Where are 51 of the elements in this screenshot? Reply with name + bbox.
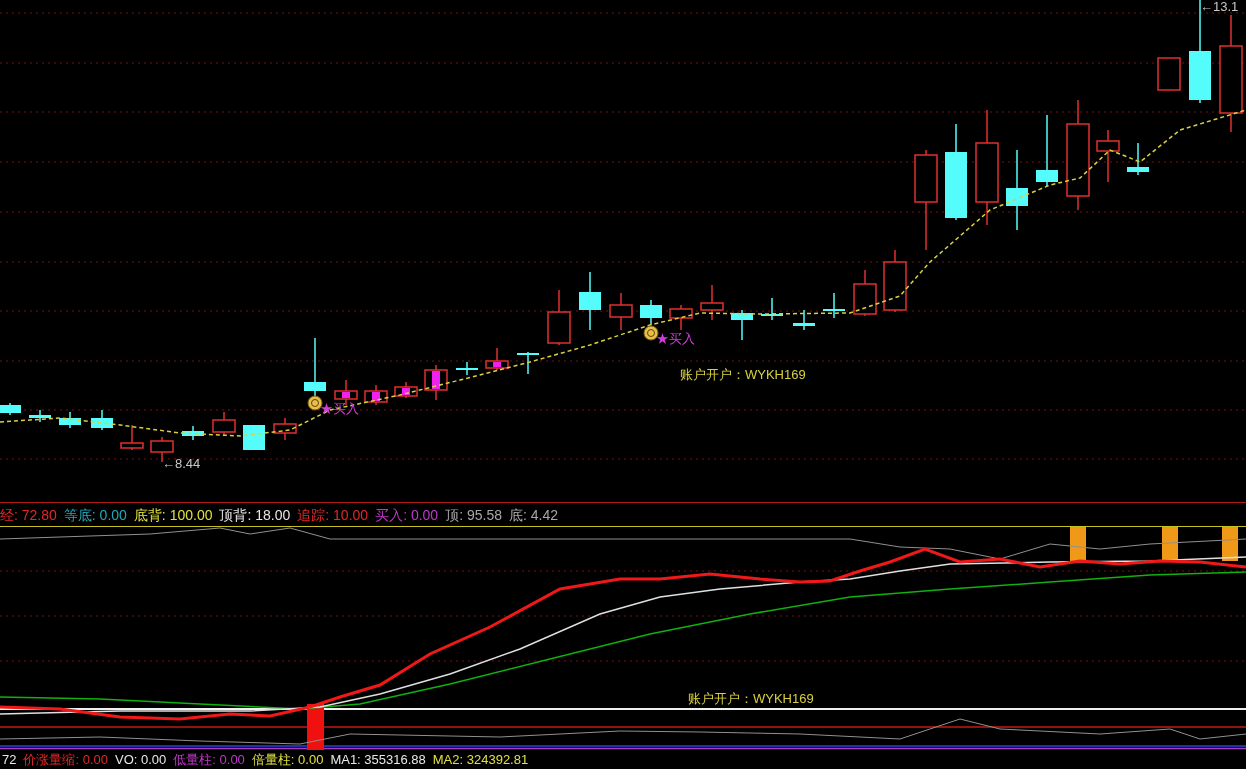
candlestick [212, 411, 236, 437]
candlestick [364, 384, 388, 406]
candlestick [424, 364, 448, 401]
indicator-reading: 顶: 95.58 [445, 507, 502, 522]
candlestick [120, 424, 144, 451]
candlestick [273, 417, 297, 441]
candlestick [579, 271, 601, 331]
candlestick [1157, 57, 1181, 91]
indicator-reading: MA1: 355316.88 [330, 752, 426, 766]
candlestick [394, 381, 418, 399]
indicator-reading: VO: 0.00 [115, 752, 167, 766]
candlestick [823, 292, 845, 319]
candlestick [1096, 129, 1120, 183]
candlestick [485, 347, 509, 371]
indicator-reading: 72 [2, 752, 17, 766]
indicator-reading: 顶背: 18.00 [219, 507, 291, 522]
indicator-reading: 买入: 0.00 [375, 507, 439, 522]
candlestick [883, 249, 907, 313]
candlestick [243, 424, 265, 451]
buy-signal-label: ★买入 [320, 402, 359, 415]
candlestick [700, 284, 724, 321]
indicator-reading: 底背: 100.00 [133, 507, 213, 522]
high-price-label: ←13.1 [1200, 0, 1239, 13]
candlestick [640, 299, 662, 326]
account-text: 账户开户：WYKH169 [680, 368, 806, 381]
indicator-reading: 追踪: 10.00 [297, 507, 369, 522]
account-text: 账户开户：WYKH169 [688, 692, 814, 705]
candlestick [517, 351, 539, 375]
indicator-reading: 底: 4.42 [509, 507, 558, 522]
candlestick [59, 411, 81, 429]
indicator-reading: MA2: 324392.81 [432, 752, 529, 766]
candlestick [547, 289, 571, 346]
candlestick [669, 304, 693, 331]
candlestick [609, 292, 633, 331]
candlestick [182, 425, 204, 441]
indicator-reading: 价涨量缩: 0.00 [23, 752, 108, 766]
buy-signal-label: ★买入 [656, 332, 695, 345]
low-price-label: ←8.44 [162, 457, 201, 470]
indicator-reading: 经: 72.80 [0, 507, 57, 522]
candlestick [793, 309, 815, 331]
indicator-reading: 等底: 0.00 [63, 507, 127, 522]
candlestick [0, 402, 21, 416]
candlestick [731, 309, 753, 341]
indicator-reading: 倍量柱: 0.00 [251, 752, 324, 766]
candlestick [761, 297, 783, 321]
candlestick [91, 409, 113, 431]
indicator-reading: 低量柱: 0.00 [173, 752, 245, 766]
candlestick [456, 361, 478, 376]
candlestick [29, 409, 51, 423]
candlestick [853, 269, 877, 317]
candlestick [1127, 142, 1149, 176]
